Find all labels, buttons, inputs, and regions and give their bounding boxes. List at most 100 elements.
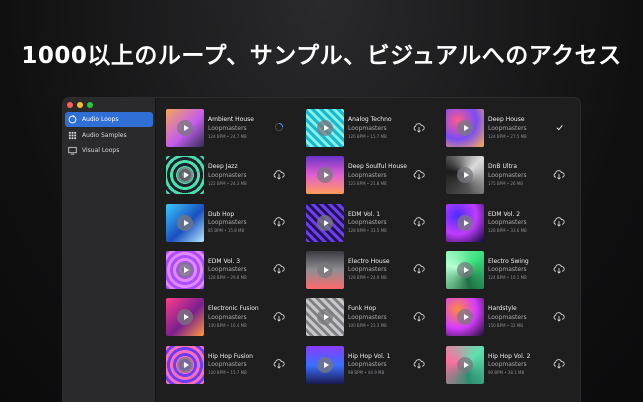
pack-item[interactable]: Hardstyle Loopmasters 150 BPM • 32 MB <box>446 298 580 338</box>
pack-name: Ambient House <box>208 116 254 123</box>
pack-item[interactable]: EDM Vol. 2 Loopmasters 128 BPM • 33.6 MB <box>446 203 580 244</box>
pack-author: Loopmasters <box>348 171 387 179</box>
pack-item[interactable]: EDM Vol. 1 Loopmasters 128 BPM • 33.5 MB <box>306 203 444 244</box>
play-icon[interactable] <box>317 167 333 184</box>
pack-info: 100 BPM • 23.3 MB <box>348 322 387 328</box>
pack-artwork <box>306 156 344 195</box>
pack-artwork <box>446 156 484 195</box>
pack-author: Loopmasters <box>348 313 387 321</box>
pack-meta: Hip Hop Vol. 2 Loopmasters 90 BPM • 28.1 M… <box>488 353 554 377</box>
play-icon[interactable] <box>177 356 193 373</box>
pack-artwork <box>166 156 204 195</box>
play-icon[interactable] <box>457 214 473 231</box>
minimize-window-button[interactable] <box>77 102 83 108</box>
pack-name: Hip Hop Fusion <box>208 352 253 360</box>
pack-name: Analog Techno <box>348 116 392 123</box>
sidebar-item-visual-loops[interactable]: Visual Loops <box>65 143 153 158</box>
cloud-download-icon[interactable] <box>413 168 425 180</box>
pack-item[interactable]: Electro House Loopmasters 128 BPM • 24.9 M… <box>306 250 444 291</box>
cloud-download-icon[interactable] <box>413 263 425 275</box>
play-icon[interactable] <box>457 261 473 278</box>
pack-author: Loopmasters <box>208 361 247 368</box>
checkmark-icon <box>553 121 565 133</box>
pack-meta: Hardstyle Loopmasters 150 BPM • 32 MB <box>488 305 554 329</box>
pack-item[interactable]: EDM Vol. 3 Loopmasters 128 BPM • 29.8 MB <box>166 250 304 291</box>
sidebar-item-label: Audio Samples <box>82 131 127 139</box>
cloud-download-icon[interactable] <box>413 310 425 322</box>
monitor-icon <box>68 146 77 155</box>
cloud-download-icon[interactable] <box>273 216 285 228</box>
play-icon[interactable] <box>177 214 193 231</box>
maximize-window-button[interactable] <box>87 102 93 108</box>
play-icon[interactable] <box>317 356 333 373</box>
pack-author: Loopmasters <box>488 361 527 368</box>
cloud-download-icon[interactable] <box>273 263 285 275</box>
app-window: Audio Loops Audio Samples Visual Loops A… <box>63 98 580 402</box>
pack-artwork <box>166 345 204 384</box>
pack-artwork <box>446 250 484 289</box>
close-window-button[interactable] <box>67 102 73 108</box>
play-icon[interactable] <box>457 120 473 136</box>
pack-item[interactable]: DnB Ultra Loopmasters 175 BPM • 26 MB <box>446 156 580 196</box>
pack-name: Hardstyle <box>488 305 517 313</box>
play-icon[interactable] <box>317 214 333 231</box>
pack-meta: Dub Hop Loopmasters 85 BPM • 15.8 MB <box>208 211 274 235</box>
pack-name: DnB Ultra <box>488 163 518 171</box>
cloud-download-icon[interactable] <box>273 310 285 322</box>
pack-meta: Electro House Loopmasters 128 BPM • 24.9 M… <box>348 258 414 282</box>
cloud-download-icon[interactable] <box>413 121 425 133</box>
cloud-download-icon[interactable] <box>553 310 565 322</box>
cloud-download-icon[interactable] <box>413 216 425 228</box>
play-icon[interactable] <box>177 309 193 326</box>
play-icon[interactable] <box>317 309 333 326</box>
cloud-download-icon[interactable] <box>553 168 565 180</box>
pack-name: Funk Hop <box>348 305 377 313</box>
pack-item[interactable]: Deep Jazz Loopmasters 122 BPM • 24.3 MB <box>166 156 304 196</box>
pack-info: 123 BPM • 21.8 MB <box>348 180 387 186</box>
pack-item[interactable]: Analog Techno Loopmasters 126 BPM • 15.7 M… <box>306 109 444 149</box>
play-icon[interactable] <box>177 167 193 184</box>
pack-meta: Analog Techno Loopmasters 126 BPM • 15.7 M… <box>348 116 414 140</box>
play-icon[interactable] <box>457 167 473 184</box>
pack-item[interactable]: Electronic Fusion Loopmasters 140 BPM • 16… <box>166 298 304 338</box>
pack-meta: EDM Vol. 1 Loopmasters 128 BPM • 33.5 MB <box>348 211 414 235</box>
pack-item[interactable]: Electro Swing Loopmasters 124 BPM • 10.1 M… <box>446 250 580 291</box>
pack-author: Loopmasters <box>208 313 247 321</box>
pack-author: Loopmasters <box>488 124 527 132</box>
pack-item[interactable]: Ambient House Loopmasters 124 BPM • 24.7 M… <box>166 109 304 149</box>
play-icon[interactable] <box>177 261 193 278</box>
pack-artwork <box>306 203 344 242</box>
pack-item[interactable]: Deep House Loopmasters 124 BPM • 27.5 MB <box>446 109 580 149</box>
play-icon[interactable] <box>457 309 473 326</box>
pack-author: Loopmasters <box>208 266 247 274</box>
pack-info: 124 BPM • 27.5 MB <box>488 133 527 139</box>
cloud-download-icon[interactable] <box>553 263 565 275</box>
play-icon[interactable] <box>317 120 333 136</box>
sidebar-item-audio-loops[interactable]: Audio Loops <box>65 112 153 127</box>
pack-name: Hip Hop Vol. 2 <box>488 352 531 360</box>
pack-info: 98 BPM • 44.9 MB <box>348 370 385 375</box>
cloud-download-icon[interactable] <box>553 358 565 370</box>
cloud-download-icon[interactable] <box>273 358 285 370</box>
pack-info: 124 BPM • 24.7 MB <box>208 133 247 139</box>
pack-item[interactable]: Hip Hop Vol. 1 Loopmasters 98 BPM • 44.9 M… <box>306 345 444 386</box>
play-icon[interactable] <box>317 261 333 278</box>
pack-info: 126 BPM • 15.7 MB <box>348 133 387 139</box>
pack-item[interactable]: Deep Soulful House Loopmasters 123 BPM • 2… <box>306 156 444 196</box>
play-icon[interactable] <box>457 356 473 373</box>
sidebar-item-audio-samples[interactable]: Audio Samples <box>65 128 153 143</box>
pack-info: 85 BPM • 15.8 MB <box>208 228 245 234</box>
cloud-download-icon[interactable] <box>553 216 565 228</box>
pack-artwork <box>446 345 484 384</box>
play-icon[interactable] <box>177 120 193 136</box>
cloud-download-icon[interactable] <box>413 358 425 370</box>
pack-item[interactable]: Dub Hop Loopmasters 85 BPM • 15.8 MB <box>166 203 304 244</box>
pack-artwork <box>166 203 204 242</box>
pack-item[interactable]: Funk Hop Loopmasters 100 BPM • 23.3 MB <box>306 298 444 338</box>
pack-item[interactable]: Hip Hop Fusion Loopmasters 100 BPM • 15.7 … <box>166 345 304 386</box>
pack-item[interactable]: Hip Hop Vol. 2 Loopmasters 90 BPM • 28.1 M… <box>446 345 580 386</box>
cloud-download-icon[interactable] <box>273 168 285 180</box>
pack-name: Dub Hop <box>208 210 235 218</box>
pack-artwork <box>306 345 344 384</box>
pack-author: Loopmasters <box>208 171 247 179</box>
